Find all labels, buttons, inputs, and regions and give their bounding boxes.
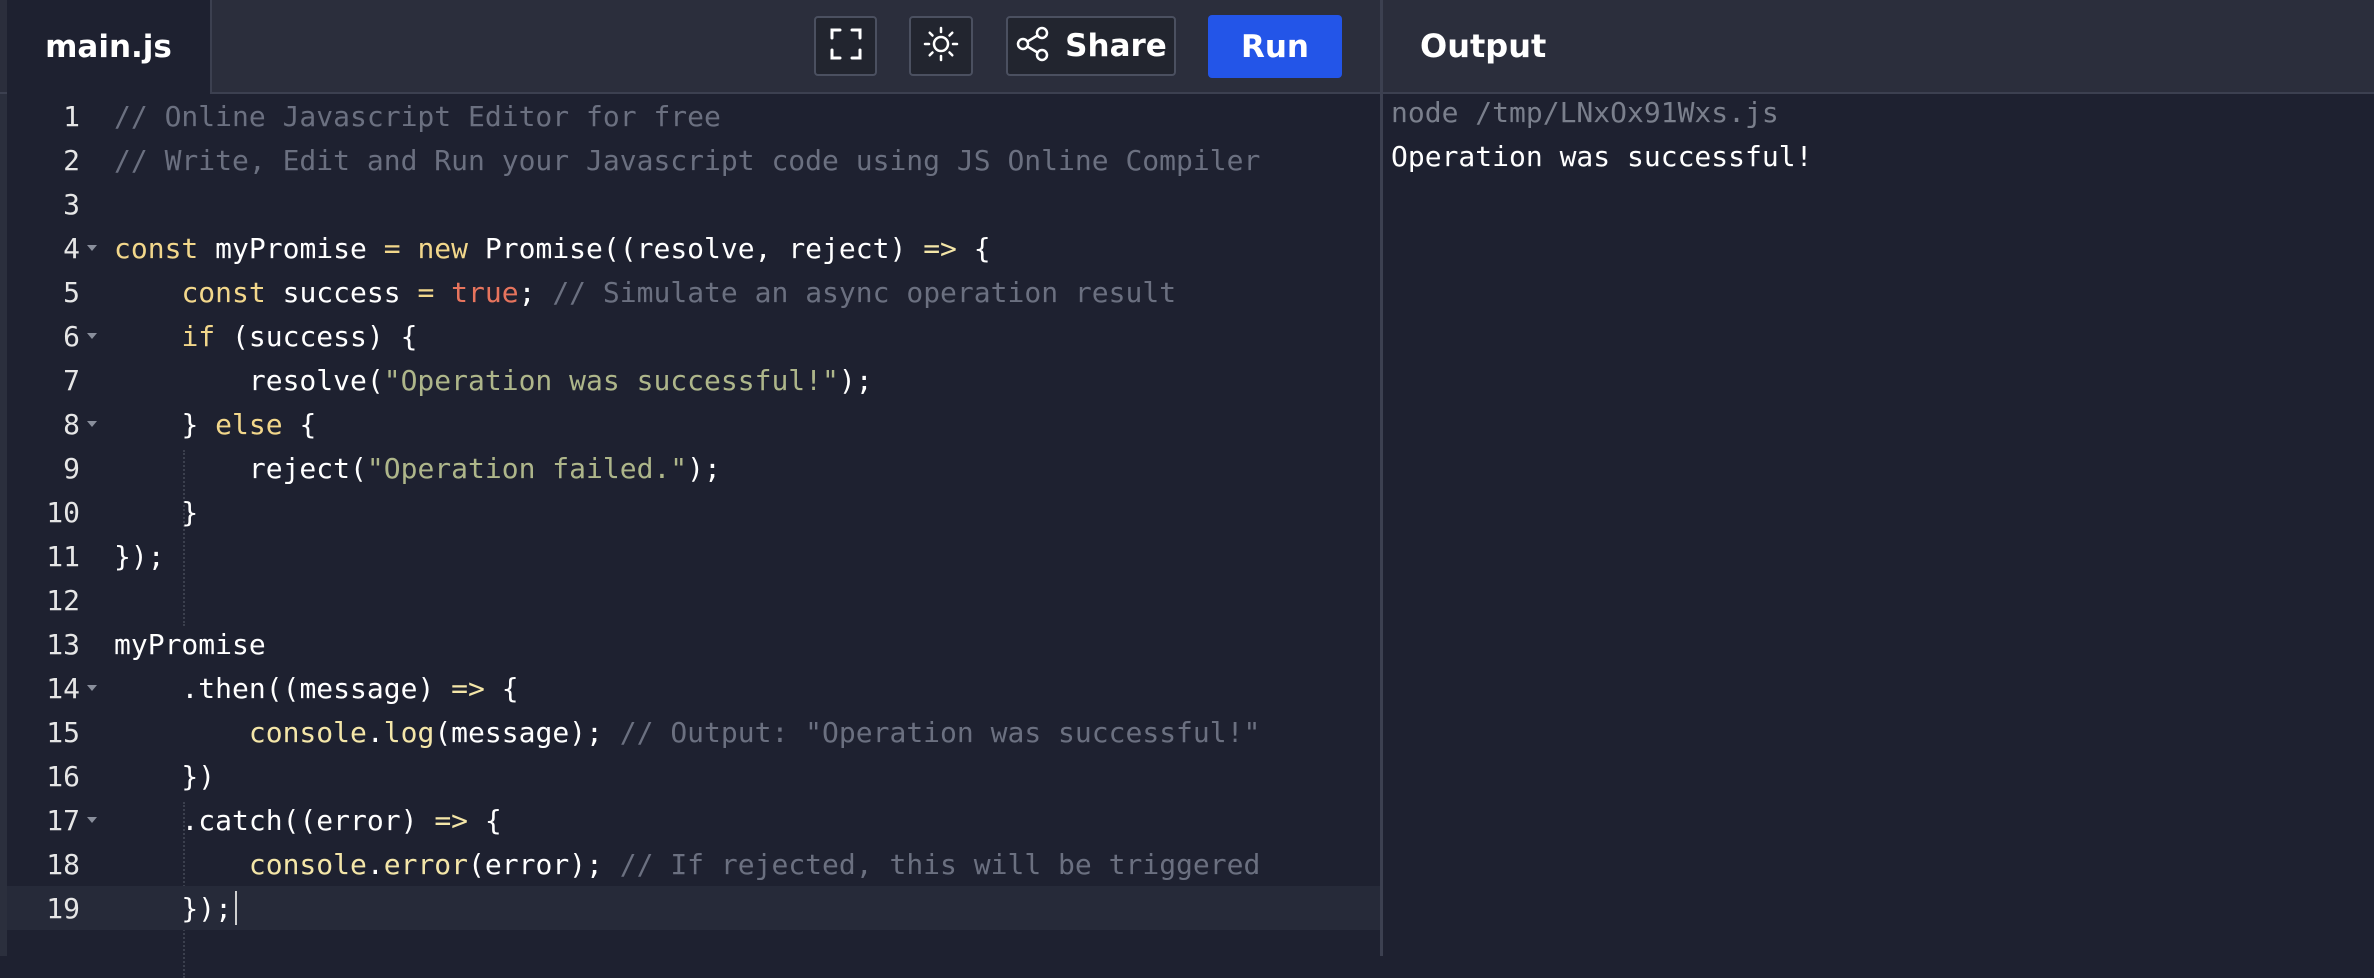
fullscreen-icon xyxy=(829,27,863,65)
fold-arrow-icon[interactable] xyxy=(87,421,97,427)
code-line: 11 }); xyxy=(7,534,1380,578)
share-button[interactable]: Share xyxy=(1006,16,1176,76)
fold-arrow-icon[interactable] xyxy=(87,245,97,251)
code-text: } xyxy=(114,495,199,529)
code-text: resolve("Operation was successful!"); xyxy=(248,363,873,397)
fullscreen-button[interactable] xyxy=(814,16,877,76)
line-number: 3 xyxy=(63,187,80,221)
code-line: 3 xyxy=(7,182,1380,226)
code-line: 10 } xyxy=(7,490,1380,534)
code-line: 7 resolve("Operation was successful!"); xyxy=(7,358,1380,402)
code-line: 17 .catch((error) => { xyxy=(7,798,1380,842)
share-label: Share xyxy=(1065,28,1167,64)
sun-icon xyxy=(923,26,959,66)
line-number: 7 xyxy=(63,363,80,397)
output-command: node /tmp/LNxOx91Wxs.js xyxy=(1391,96,1779,129)
code-line: 12 xyxy=(7,578,1380,622)
line-number: 10 xyxy=(46,495,80,529)
code-text: }); xyxy=(114,539,165,573)
code-text: // Online Javascript Editor for free xyxy=(114,99,721,133)
code-text: reject("Operation failed."); xyxy=(248,451,721,485)
fold-arrow-icon[interactable] xyxy=(87,685,97,691)
line-number: 9 xyxy=(63,451,80,485)
code-line: 16 }) xyxy=(7,754,1380,798)
line-number: 12 xyxy=(46,583,80,617)
output-result: Operation was successful! xyxy=(1391,140,1813,173)
left-edge-bar xyxy=(0,0,7,956)
line-number: 15 xyxy=(46,715,80,749)
code-text: } else { xyxy=(181,407,317,441)
line-number: 14 xyxy=(46,671,80,705)
output-panel: node /tmp/LNxOx91Wxs.js Operation was su… xyxy=(1383,94,2374,956)
line-number: 6 xyxy=(63,319,80,353)
line-number: 4 xyxy=(63,231,80,265)
top-toolbar: main.js Share Run Output xyxy=(0,0,2374,94)
fold-arrow-icon[interactable] xyxy=(87,817,97,823)
line-number: 2 xyxy=(63,143,80,177)
code-line: 18 console.error(error); // If rejected,… xyxy=(7,842,1380,886)
code-text: myPromise xyxy=(114,627,266,661)
line-number: 13 xyxy=(46,627,80,661)
code-line: 5 const success = true; // Simulate an a… xyxy=(7,270,1380,314)
code-text: }); xyxy=(114,891,233,925)
code-text: }) xyxy=(114,759,216,793)
code-text: console.log(message); // Output: "Operat… xyxy=(248,715,1261,749)
code-line: 8 } else { xyxy=(7,402,1380,446)
output-panel-title: Output xyxy=(1420,27,1547,65)
code-line: 15 console.log(message); // Output: "Ope… xyxy=(7,710,1380,754)
code-text: // Write, Edit and Run your Javascript c… xyxy=(114,143,1261,177)
code-line: 13 myPromise xyxy=(7,622,1380,666)
code-text: const success = true; // Simulate an asy… xyxy=(181,275,1177,309)
text-cursor xyxy=(235,891,237,925)
code-line: 4 const myPromise = new Promise((resolve… xyxy=(7,226,1380,270)
line-number: 19 xyxy=(46,891,80,925)
line-number: 18 xyxy=(46,847,80,881)
code-line: 2 // Write, Edit and Run your Javascript… xyxy=(7,138,1380,182)
code-line: 14 .then((message) => { xyxy=(7,666,1380,710)
theme-toggle-button[interactable] xyxy=(909,16,973,76)
run-button[interactable]: Run xyxy=(1208,15,1342,78)
code-text: if (success) { xyxy=(181,319,418,353)
code-line: 1 // Online Javascript Editor for free xyxy=(7,94,1380,138)
code-line-active: 19 }); xyxy=(7,886,1380,930)
line-number: 11 xyxy=(46,539,80,573)
line-number: 5 xyxy=(63,275,80,309)
code-line: 9 reject("Operation failed."); xyxy=(7,446,1380,490)
share-icon xyxy=(1015,26,1051,66)
code-text: .then((message) => { xyxy=(181,671,519,705)
code-editor[interactable]: 1 // Online Javascript Editor for free 2… xyxy=(7,94,1380,978)
line-number: 8 xyxy=(63,407,80,441)
code-text: .catch((error) => { xyxy=(181,803,502,837)
line-number: 16 xyxy=(46,759,80,793)
fold-arrow-icon[interactable] xyxy=(87,333,97,339)
code-text: const myPromise = new Promise((resolve, … xyxy=(114,231,991,265)
line-number: 1 xyxy=(63,99,80,133)
tab-main-js[interactable]: main.js xyxy=(7,0,212,94)
line-number: 17 xyxy=(46,803,80,837)
code-text: console.error(error); // If rejected, th… xyxy=(248,847,1261,881)
code-line: 6 if (success) { xyxy=(7,314,1380,358)
